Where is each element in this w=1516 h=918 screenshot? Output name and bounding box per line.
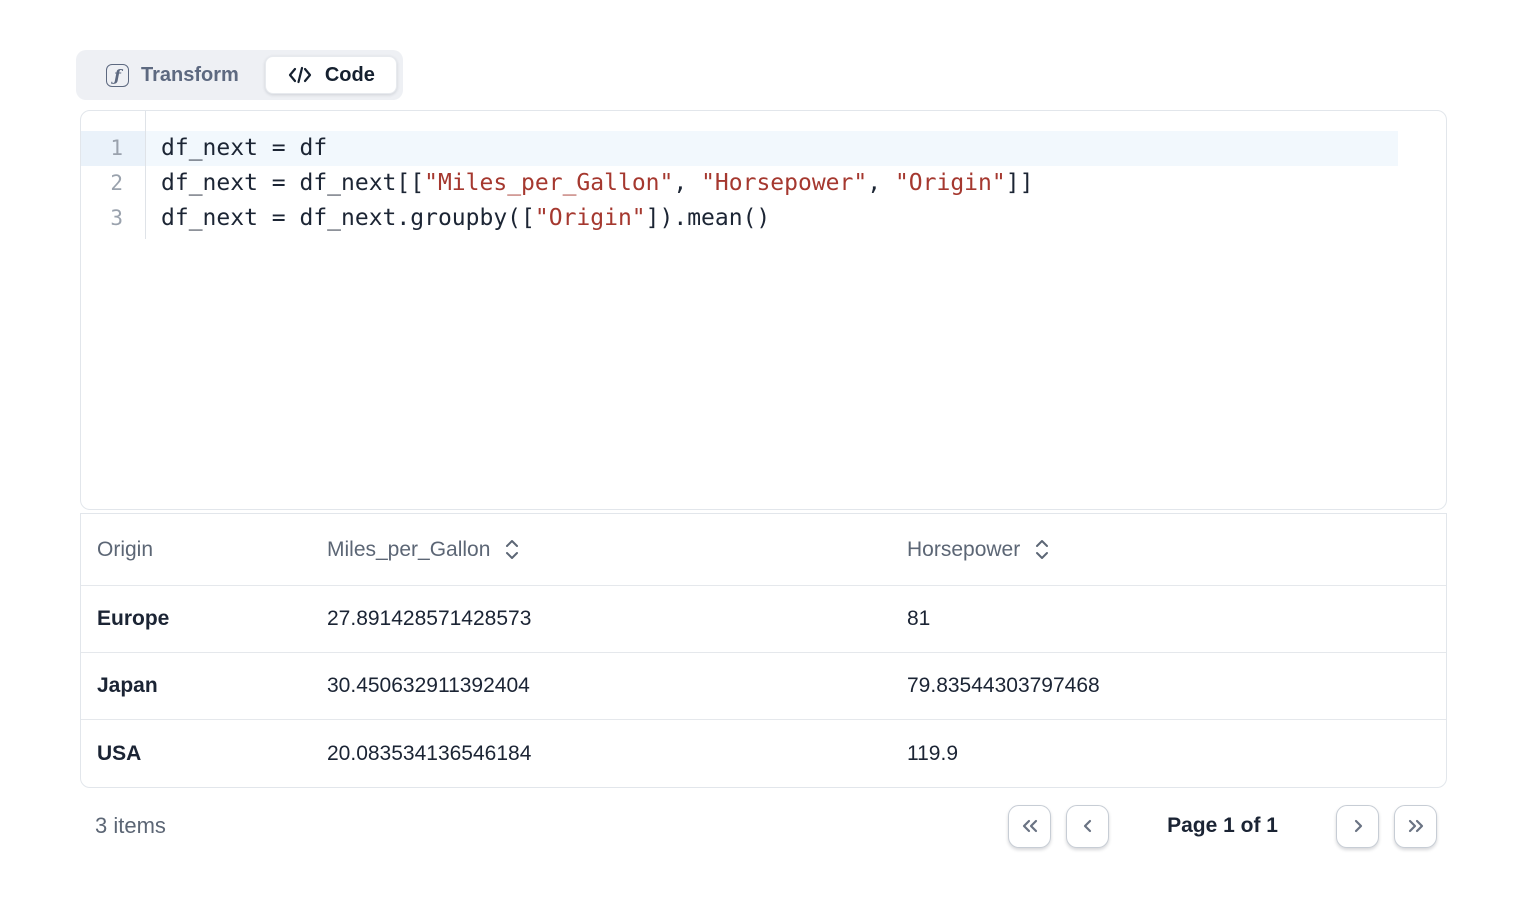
row-index-cell: Europe — [81, 607, 311, 631]
column-header-origin: Origin — [81, 538, 311, 562]
horsepower-cell: 79.83544303797468 — [891, 674, 1446, 698]
result-table: Origin Miles_per_Gallon Horsepower Europ… — [80, 513, 1447, 788]
miles-per-gallon-cell: 20.083534136546184 — [311, 742, 891, 766]
last-page-button[interactable] — [1394, 805, 1437, 848]
tab-code[interactable]: Code — [265, 56, 397, 94]
sort-updown-icon[interactable] — [504, 539, 520, 560]
code-line-content: df_next = df_next[["Miles_per_Gallon", "… — [145, 166, 1033, 201]
sort-updown-icon[interactable] — [1034, 539, 1050, 560]
view-mode-toggle: ƒ Transform Code — [76, 50, 403, 100]
code-line-content: df_next = df_next.groupby(["Origin"]).me… — [145, 201, 770, 236]
table-header-row: Origin Miles_per_Gallon Horsepower — [81, 514, 1446, 586]
chevron-right-icon — [1347, 817, 1369, 835]
pagination-controls: Page 1 of 1 — [1008, 805, 1447, 848]
tab-transform[interactable]: ƒ Transform — [82, 56, 263, 94]
miles-per-gallon-cell: 30.450632911392404 — [311, 674, 891, 698]
code-line[interactable]: 2 df_next = df_next[["Miles_per_Gallon",… — [81, 166, 1446, 201]
items-count: 3 items — [80, 813, 166, 839]
code-editor[interactable]: 1 df_next = df 2 df_next = df_next[["Mil… — [81, 111, 1446, 236]
table-row[interactable]: Japan 30.450632911392404 79.835443037974… — [81, 653, 1446, 720]
line-number: 1 — [81, 131, 145, 166]
horsepower-cell: 81 — [891, 607, 1446, 631]
tab-code-label: Code — [325, 64, 375, 87]
function-icon: ƒ — [106, 64, 129, 87]
table-row[interactable]: Europe 27.891428571428573 81 — [81, 586, 1446, 653]
horsepower-cell: 119.9 — [891, 742, 1446, 766]
double-chevron-right-icon — [1405, 817, 1427, 835]
row-index-cell: USA — [81, 742, 311, 766]
code-line[interactable]: 3 df_next = df_next.groupby(["Origin"]).… — [81, 201, 1446, 236]
next-page-button[interactable] — [1336, 805, 1379, 848]
tab-transform-label: Transform — [141, 64, 239, 87]
code-brackets-icon — [287, 65, 313, 85]
miles-per-gallon-cell: 27.891428571428573 — [311, 607, 891, 631]
code-line[interactable]: 1 df_next = df — [81, 131, 1446, 166]
double-chevron-left-icon — [1019, 817, 1041, 835]
table-row[interactable]: USA 20.083534136546184 119.9 — [81, 720, 1446, 787]
code-editor-panel[interactable]: 1 df_next = df 2 df_next = df_next[["Mil… — [80, 110, 1447, 510]
line-number: 3 — [81, 201, 145, 236]
line-number: 2 — [81, 166, 145, 201]
gutter-divider — [145, 111, 146, 239]
first-page-button[interactable] — [1008, 805, 1051, 848]
previous-page-button[interactable] — [1066, 805, 1109, 848]
table-footer: 3 items Page 1 of 1 — [80, 800, 1447, 852]
row-index-cell: Japan — [81, 674, 311, 698]
column-header-miles-per-gallon[interactable]: Miles_per_Gallon — [311, 538, 891, 562]
page-indicator: Page 1 of 1 — [1167, 814, 1278, 838]
column-header-horsepower[interactable]: Horsepower — [891, 538, 1446, 562]
code-line-content: df_next = df — [145, 131, 1398, 166]
chevron-left-icon — [1077, 817, 1099, 835]
